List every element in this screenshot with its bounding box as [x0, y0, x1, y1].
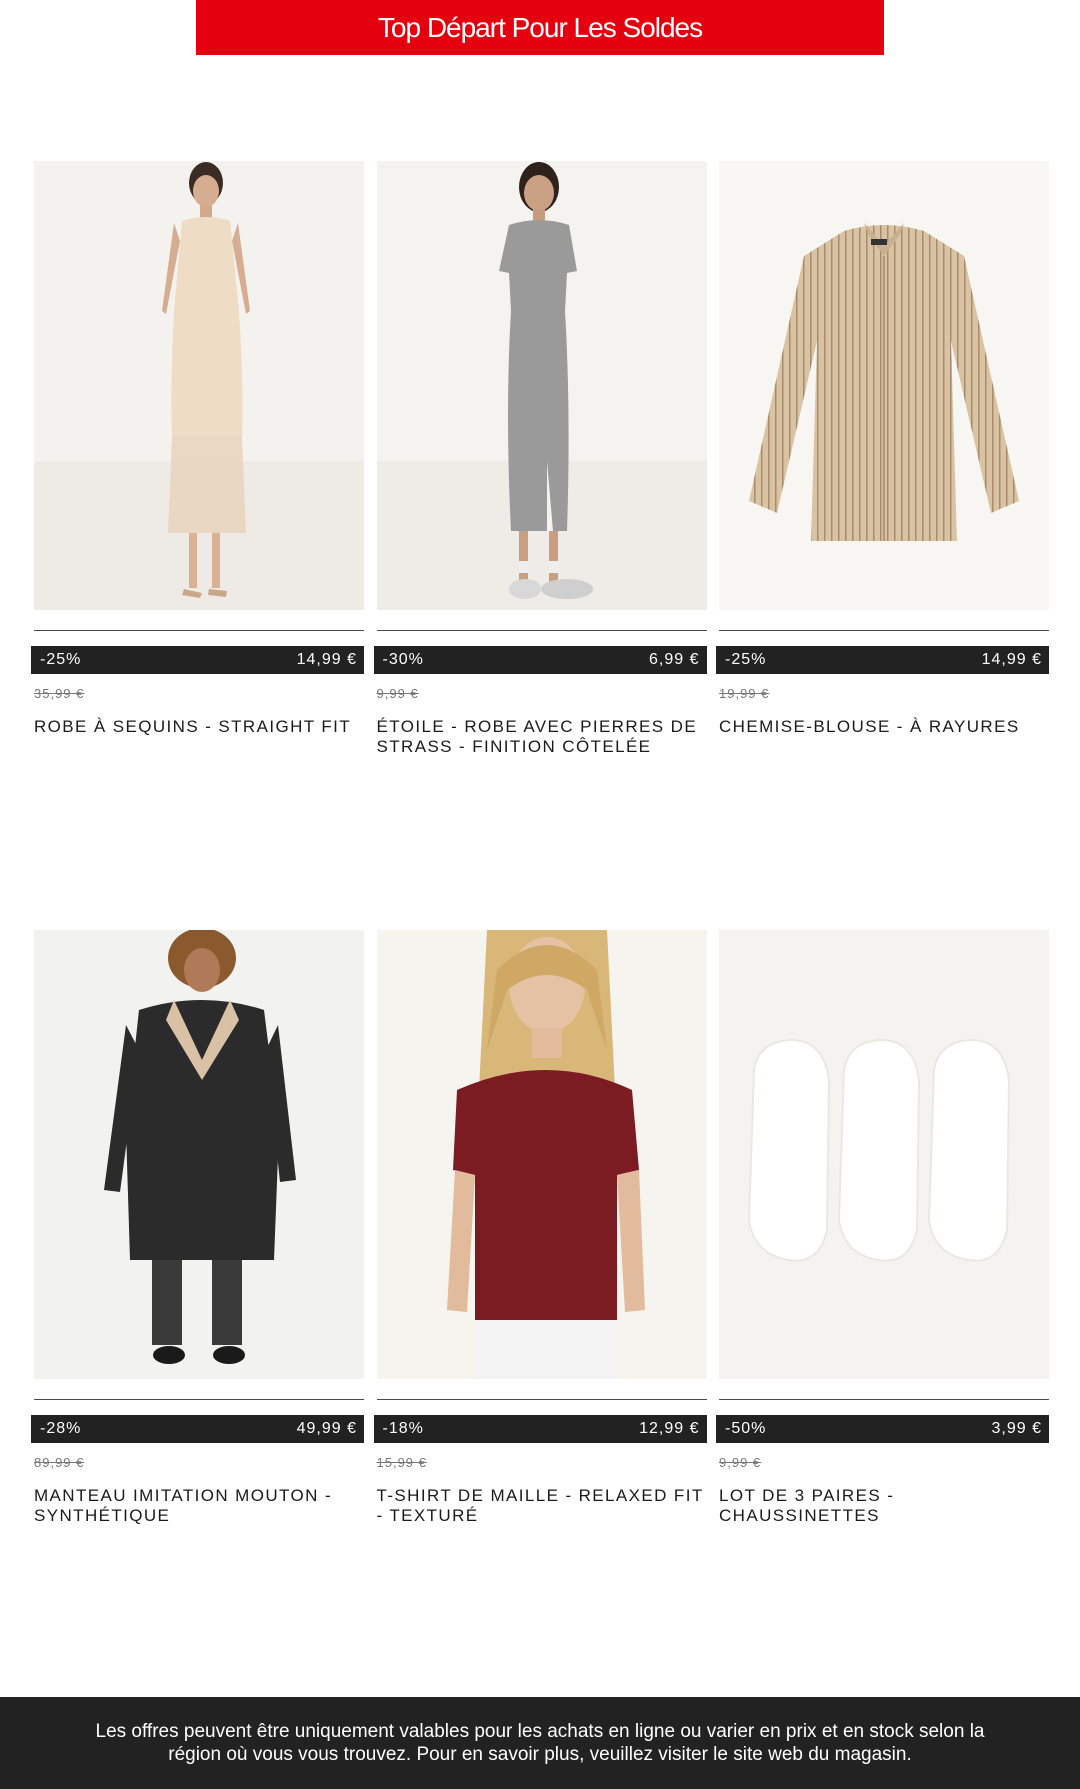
- price-bar: -28% 49,99 €: [31, 1415, 364, 1443]
- original-price: 9,99 €: [376, 686, 419, 701]
- price-bar: -25% 14,99 €: [716, 646, 1049, 674]
- product-card[interactable]: -25% 14,99 € 19,99 € CHEMISE-BLOUSE - À …: [716, 161, 1049, 757]
- product-name[interactable]: MANTEAU IMITATION MOUTON - SYNTHÉTIQUE: [34, 1486, 364, 1526]
- product-name[interactable]: CHEMISE-BLOUSE - À RAYURES: [719, 717, 1049, 737]
- sequin-dress-photo[interactable]: [34, 161, 364, 610]
- product-card[interactable]: -18% 12,99 € 15,99 € T-SHIRT DE MAILLE -…: [373, 930, 707, 1526]
- disclaimer-footer: Les offres peuvent être uniquement valab…: [0, 1697, 1080, 1789]
- sale-price: 3,99 €: [991, 1420, 1042, 1437]
- divider: [34, 1399, 364, 1400]
- socks-photo[interactable]: [719, 930, 1049, 1379]
- discount-badge: -30%: [382, 651, 424, 668]
- knit-tshirt-photo[interactable]: [376, 930, 707, 1379]
- product-card[interactable]: -30% 6,99 € 9,99 € ÉTOILE - ROBE AVEC PI…: [373, 161, 707, 757]
- product-card[interactable]: -50% 3,99 € 9,99 € LOT DE 3 PAIRES - CHA…: [716, 930, 1049, 1526]
- price-bar: -18% 12,99 €: [373, 1415, 707, 1443]
- original-price: 15,99 €: [376, 1455, 427, 1470]
- product-grid-row-1: -25% 14,99 € 35,99 € ROBE À SEQUINS - ST…: [31, 161, 1049, 757]
- sale-banner[interactable]: Top Départ Pour Les Soldes: [196, 0, 884, 55]
- divider: [34, 630, 364, 631]
- discount-badge: -25%: [725, 651, 767, 668]
- price-bar: -25% 14,99 €: [31, 646, 364, 674]
- product-card[interactable]: -28% 49,99 € 89,99 € MANTEAU IMITATION M…: [31, 930, 364, 1526]
- price-bar: -30% 6,99 €: [373, 646, 707, 674]
- original-price: 9,99 €: [719, 1455, 762, 1470]
- discount-badge: -18%: [382, 1420, 424, 1437]
- grey-dress-photo[interactable]: [376, 161, 707, 610]
- product-name[interactable]: T-SHIRT DE MAILLE - RELAXED FIT - TEXTUR…: [377, 1486, 707, 1526]
- disclaimer-text: Les offres peuvent être uniquement valab…: [95, 1721, 985, 1765]
- divider: [719, 630, 1049, 631]
- price-bar: -50% 3,99 €: [716, 1415, 1049, 1443]
- sale-price: 14,99 €: [296, 651, 357, 668]
- striped-shirt-photo[interactable]: [719, 161, 1049, 610]
- sale-price: 12,99 €: [639, 1420, 700, 1437]
- faux-shearling-coat-photo[interactable]: [34, 930, 364, 1379]
- discount-badge: -28%: [40, 1420, 82, 1437]
- product-card[interactable]: -25% 14,99 € 35,99 € ROBE À SEQUINS - ST…: [31, 161, 364, 757]
- product-name[interactable]: LOT DE 3 PAIRES - CHAUSSINETTES: [719, 1486, 1049, 1526]
- product-name[interactable]: ROBE À SEQUINS - STRAIGHT FIT: [34, 717, 364, 737]
- original-price: 89,99 €: [34, 1455, 85, 1470]
- original-price: 19,99 €: [719, 686, 770, 701]
- original-price: 35,99 €: [34, 686, 85, 701]
- divider: [376, 1399, 707, 1400]
- product-grid-row-2: -28% 49,99 € 89,99 € MANTEAU IMITATION M…: [31, 930, 1049, 1526]
- divider: [719, 1399, 1049, 1400]
- discount-badge: -25%: [40, 651, 82, 668]
- sale-banner-title: Top Départ Pour Les Soldes: [377, 11, 703, 43]
- discount-badge: -50%: [725, 1420, 767, 1437]
- sale-price: 14,99 €: [981, 651, 1042, 668]
- divider: [376, 630, 707, 631]
- sale-price: 6,99 €: [649, 651, 700, 668]
- sale-price: 49,99 €: [296, 1420, 357, 1437]
- product-name[interactable]: ÉTOILE - ROBE AVEC PIERRES DE STRASS - F…: [377, 717, 707, 757]
